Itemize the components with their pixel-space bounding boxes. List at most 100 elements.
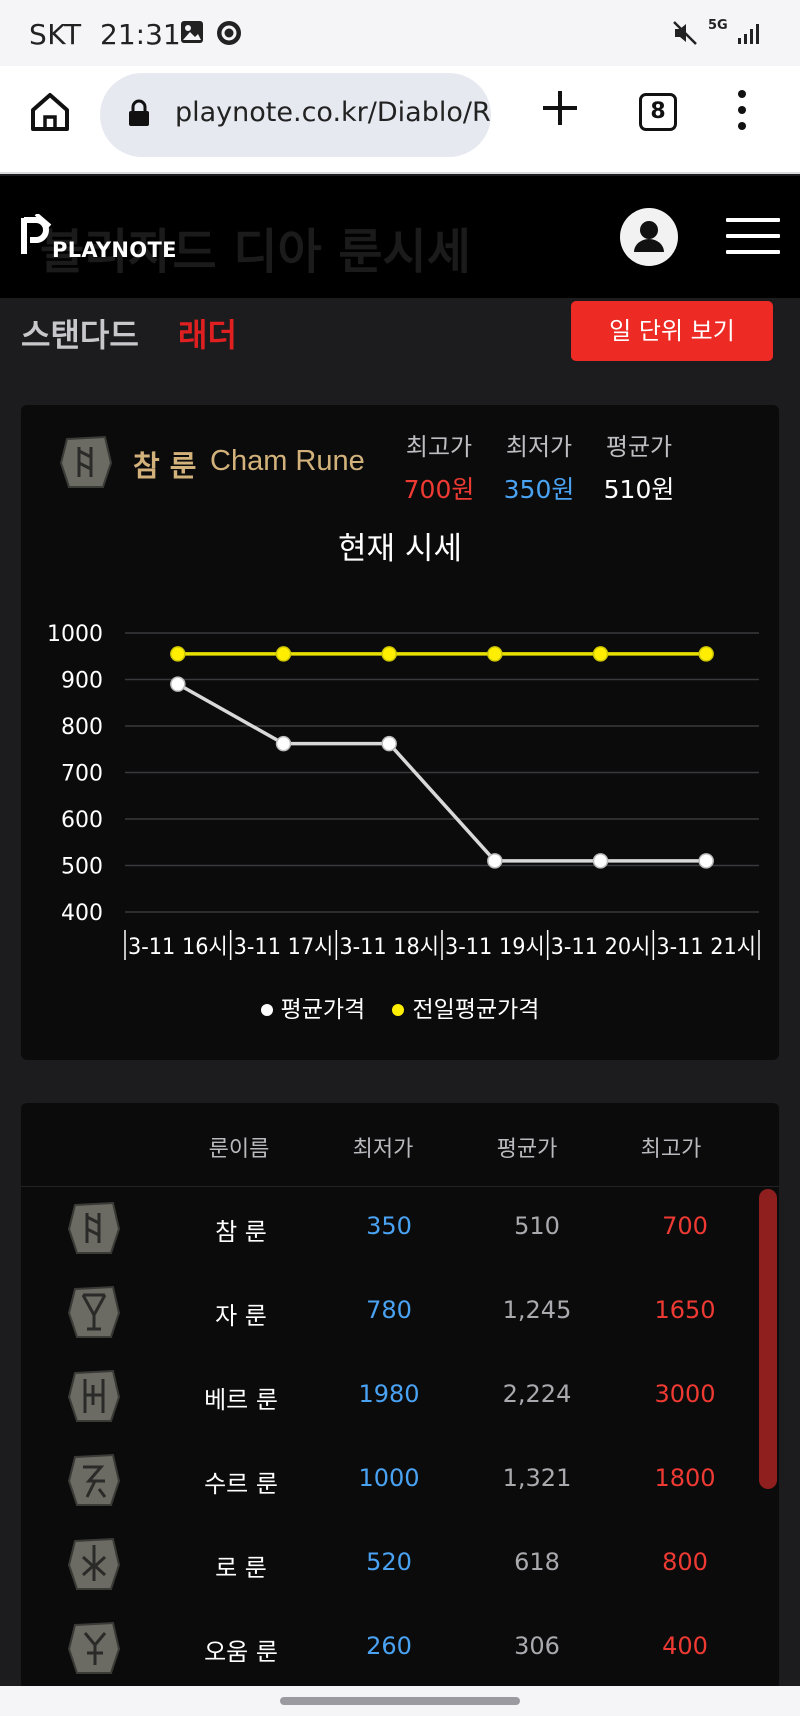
sur-rune-icon <box>67 1453 121 1506</box>
more-options-icon[interactable] <box>733 88 751 132</box>
sync-icon <box>217 21 241 45</box>
y-tick-label: 600 <box>61 808 103 833</box>
table-row[interactable]: 참 룬 350 510 700 <box>21 1187 761 1271</box>
rune-name-korean: 참 룬 <box>133 449 197 483</box>
logo-text[interactable]: PLAYNOTE <box>52 238 177 262</box>
y-tick-label: 400 <box>61 901 103 926</box>
user-account-button[interactable] <box>620 208 678 266</box>
mute-icon <box>673 21 697 45</box>
data-point <box>275 646 292 662</box>
data-point <box>170 676 186 692</box>
ja-rune-icon <box>67 1285 121 1338</box>
cham-rune-icon <box>67 1201 121 1254</box>
rune-min-price: 1000 <box>358 1464 420 1492</box>
rune-max-price: 400 <box>662 1632 708 1660</box>
rune-min-price: 780 <box>366 1296 412 1324</box>
y-tick-label: 900 <box>61 669 103 694</box>
rune-avg-price: 618 <box>514 1548 560 1576</box>
rune-name: 자 룬 <box>215 1302 267 1330</box>
max-price-value: 700원 <box>403 475 475 504</box>
data-point <box>592 646 609 662</box>
min-price-stat: 최저가 350원 <box>497 427 581 506</box>
lo-rune-icon <box>67 1537 121 1590</box>
rune-name: 로 룬 <box>215 1554 267 1582</box>
rune-max-price: 3000 <box>654 1380 716 1408</box>
legend-label-prev-avg: 전일평균가격 <box>412 997 540 1023</box>
col-header-avg: 평균가 <box>496 1137 558 1162</box>
x-tick-label: 3-11 17시 <box>234 935 334 960</box>
cham-rune-icon <box>59 435 113 488</box>
rune-price-card: 참 룬 Cham Rune 최고가 700원 최저가 350원 평균가 510원… <box>21 405 779 1060</box>
ber-rune-icon <box>67 1369 121 1422</box>
status-bar: SKT 21:31 5G <box>0 0 800 66</box>
rune-max-price: 700 <box>662 1212 708 1240</box>
mode-selector: 스탠다드 래더 일 단위 보기 <box>0 298 800 378</box>
rune-price-table: 룬이름 최저가 평균가 최고가 참 룬 350 510 700 자 룬 780 … <box>21 1103 779 1716</box>
gesture-handle[interactable] <box>280 1697 520 1705</box>
data-point <box>275 735 292 752</box>
table-row[interactable]: 오움 룬 260 306 400 <box>21 1607 761 1691</box>
avg-price-stat: 평균가 510원 <box>597 427 681 506</box>
avg-price-label: 평균가 <box>605 433 673 461</box>
signal-icon <box>738 24 759 44</box>
data-point <box>170 646 186 662</box>
data-point <box>381 735 397 752</box>
rune-avg-price: 1,321 <box>502 1464 572 1492</box>
table-row[interactable]: 로 룬 520 618 800 <box>21 1523 761 1607</box>
carrier-label: SKT <box>29 18 82 51</box>
chart-legend: 평균가격 전일평균가격 <box>21 990 779 1024</box>
tab-switcher-button[interactable]: 8 <box>639 93 677 131</box>
gallery-icon <box>181 21 203 43</box>
col-header-max: 최고가 <box>640 1137 702 1162</box>
rune-min-price: 350 <box>366 1212 412 1240</box>
legend-label-avg: 평균가격 <box>280 997 366 1023</box>
hamburger-menu-icon[interactable] <box>726 218 780 254</box>
lock-icon <box>129 99 149 126</box>
price-line-chart: 10009008007006005004003-11 16시 3-11 17시 3-… <box>47 622 760 960</box>
table-row[interactable]: 자 룬 780 1,245 1650 <box>21 1271 761 1355</box>
y-tick-label: 800 <box>61 715 103 740</box>
rune-avg-price: 2,224 <box>502 1380 572 1408</box>
site-header: 블리자드 디아 룬시세 PLAYNOTE <box>0 176 800 298</box>
browser-toolbar: playnote.co.kr/Diablo/Ru 8 <box>0 66 800 174</box>
x-tick-label: 3-11 20시 <box>551 935 651 960</box>
rune-name: 베르 룬 <box>204 1386 278 1414</box>
rune-name: 수르 룬 <box>204 1470 278 1498</box>
rune-min-price: 520 <box>366 1548 412 1576</box>
rune-avg-price: 1,245 <box>502 1296 572 1324</box>
data-point <box>487 853 503 869</box>
network-type: 5G <box>708 18 728 33</box>
table-scrollbar[interactable] <box>759 1189 777 1489</box>
y-tick-label: 700 <box>61 762 103 787</box>
daily-view-button[interactable]: 일 단위 보기 <box>571 301 773 361</box>
col-header-name: 룬이름 <box>208 1137 270 1162</box>
rune-name: 오움 룬 <box>204 1638 278 1666</box>
rune-avg-price: 306 <box>514 1632 560 1660</box>
playnote-logo-icon[interactable] <box>20 214 54 258</box>
data-point <box>698 646 714 662</box>
standard-tab[interactable]: 스탠다드 <box>21 310 139 356</box>
rune-max-price: 1650 <box>654 1296 716 1324</box>
rune-name: 참 룬 <box>215 1218 267 1246</box>
table-row[interactable]: 수르 룬 1000 1,321 1800 <box>21 1439 761 1523</box>
x-tick-label: 3-11 19시 <box>445 935 545 960</box>
y-tick-label: 1000 <box>47 622 103 647</box>
x-tick-label: 3-11 16시 <box>128 935 228 960</box>
table-header: 룬이름 최저가 평균가 최고가 <box>21 1103 779 1187</box>
data-point <box>381 646 397 662</box>
chart-title: 현재 시세 <box>338 531 462 567</box>
min-price-value: 350원 <box>503 475 575 504</box>
home-icon[interactable] <box>28 90 72 134</box>
address-bar[interactable]: playnote.co.kr/Diablo/Ru <box>100 73 491 157</box>
x-tick-label: 3-11 21시 <box>656 935 756 960</box>
url-text: playnote.co.kr/Diablo/Ru <box>175 97 491 128</box>
new-tab-icon[interactable] <box>538 86 582 130</box>
min-price-label: 최저가 <box>505 433 573 461</box>
max-price-stat: 최고가 700원 <box>397 427 481 506</box>
ladder-tab[interactable]: 래더 <box>178 310 237 356</box>
table-row[interactable]: 베르 룬 1980 2,224 3000 <box>21 1355 761 1439</box>
rune-avg-price: 510 <box>514 1212 560 1240</box>
rune-name-english: Cham Rune <box>210 445 365 477</box>
y-tick-label: 500 <box>61 855 103 880</box>
x-tick-label: 3-11 18시 <box>339 935 439 960</box>
